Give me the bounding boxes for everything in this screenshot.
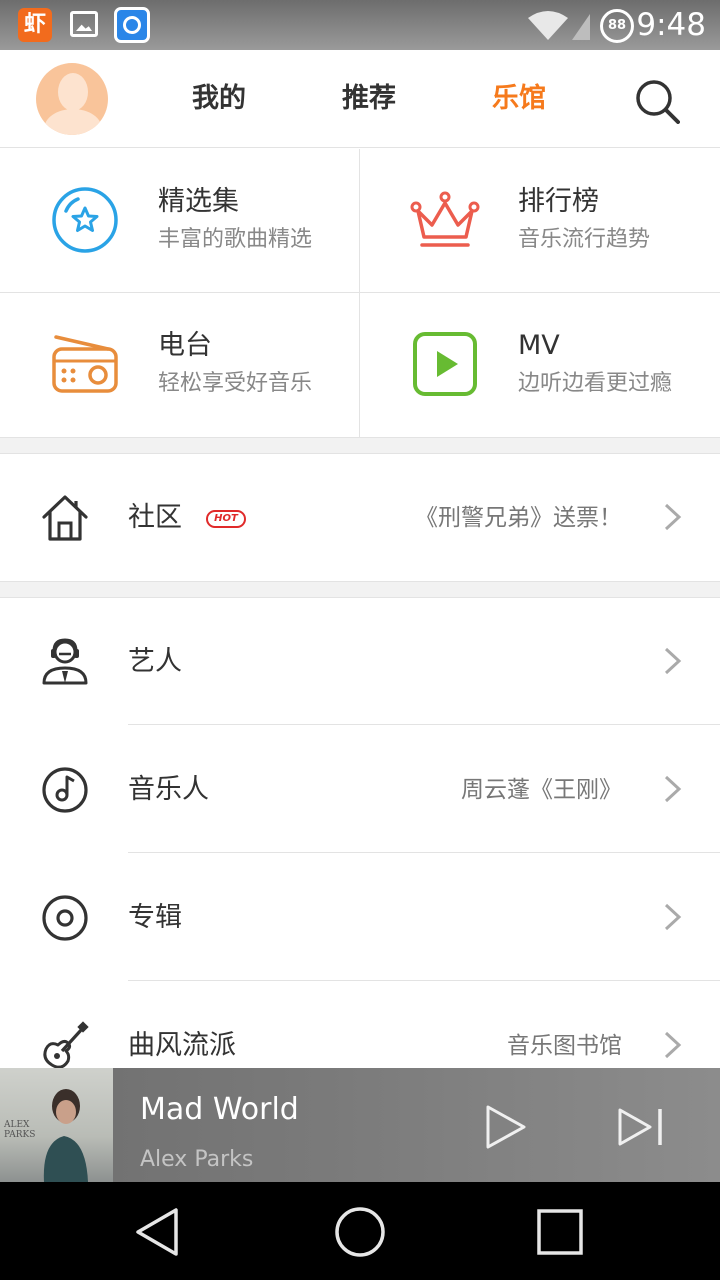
section-gap bbox=[0, 581, 720, 598]
list-item-musicians[interactable]: 音乐人 周云蓬《王刚》 bbox=[0, 726, 720, 853]
tab-recommend[interactable]: 推荐 bbox=[342, 78, 396, 120]
mini-player[interactable]: ALEX PARKS Mad World Alex Parks bbox=[0, 1068, 720, 1182]
guitar-icon bbox=[43, 1021, 89, 1068]
grid-subtitle: 丰富的歌曲精选 bbox=[158, 227, 313, 252]
list-item-note: 音乐图书馆 bbox=[507, 1033, 622, 1059]
avatar[interactable] bbox=[36, 63, 108, 135]
list-item-albums[interactable]: 专辑 bbox=[0, 854, 720, 981]
crown-icon bbox=[410, 191, 480, 247]
chevron-right-icon bbox=[664, 903, 682, 931]
cover-artist-figure bbox=[43, 1089, 88, 1182]
list-item-note: 《刑警兄弟》送票！ bbox=[415, 505, 622, 531]
wifi-signal-icon bbox=[528, 11, 590, 40]
list-item-label: 曲风流派 bbox=[128, 1030, 236, 1061]
list-item-label: 专辑 bbox=[128, 902, 182, 933]
grid-title: MV bbox=[518, 330, 560, 361]
xiami-app-icon: 虾 bbox=[18, 8, 52, 42]
hot-badge: HOT bbox=[206, 510, 246, 528]
grid-subtitle: 边听边看更过瘾 bbox=[518, 371, 673, 396]
grid-title: 精选集 bbox=[158, 186, 239, 217]
list-item-label: 社区 bbox=[128, 502, 182, 533]
play-square-icon bbox=[413, 332, 477, 396]
recent-apps-icon[interactable] bbox=[532, 1204, 588, 1260]
battery-badge: 88 bbox=[600, 9, 634, 43]
list-item-label: 艺人 bbox=[128, 646, 182, 677]
list-item-note: 周云蓬《王刚》 bbox=[461, 777, 622, 803]
feature-grid: 精选集 丰富的歌曲精选 排行榜 音乐流行趋势 电台 轻松享受好音乐 MV 边听边… bbox=[0, 149, 720, 437]
grid-subtitle: 音乐流行趋势 bbox=[518, 227, 651, 252]
chevron-right-icon bbox=[664, 647, 682, 675]
gallery-notification-icon bbox=[70, 11, 98, 37]
chevron-right-icon bbox=[664, 503, 682, 531]
grid-item-featured[interactable]: 精选集 丰富的歌曲精选 bbox=[0, 149, 359, 292]
status-bar: 虾 88 9:48 bbox=[0, 0, 720, 50]
row-divider bbox=[128, 724, 720, 725]
list-item-community[interactable]: 社区 HOT 《刑警兄弟》送票！ bbox=[0, 454, 720, 581]
radio-icon bbox=[52, 335, 118, 393]
album-cover[interactable]: ALEX PARKS bbox=[0, 1068, 113, 1182]
tab-mine[interactable]: 我的 bbox=[192, 78, 246, 120]
play-icon[interactable] bbox=[484, 1104, 528, 1150]
system-nav-bar bbox=[0, 1182, 720, 1280]
song-artist: Alex Parks bbox=[140, 1147, 254, 1172]
music-disc-icon bbox=[42, 767, 88, 813]
grid-item-mv[interactable]: MV 边听边看更过瘾 bbox=[360, 293, 719, 436]
section-gap bbox=[0, 437, 720, 454]
home-icon bbox=[42, 495, 88, 541]
clock: 9:48 bbox=[636, 7, 706, 43]
cover-text: ALEX PARKS bbox=[4, 1120, 36, 1140]
list-item-artists[interactable]: 艺人 bbox=[0, 598, 720, 725]
search-icon[interactable] bbox=[634, 78, 680, 124]
grid-subtitle: 轻松享受好音乐 bbox=[158, 371, 313, 396]
grid-item-charts[interactable]: 排行榜 音乐流行趋势 bbox=[360, 149, 719, 292]
chevron-right-icon bbox=[664, 1031, 682, 1059]
song-title: Mad World bbox=[140, 1092, 299, 1127]
star-circle-icon bbox=[52, 187, 118, 253]
grid-item-radio[interactable]: 电台 轻松享受好音乐 bbox=[0, 293, 359, 436]
list-item-genres[interactable]: 曲风流派 音乐图书馆 bbox=[0, 982, 720, 1068]
grid-title: 电台 bbox=[158, 330, 212, 361]
chevron-right-icon bbox=[664, 775, 682, 803]
next-track-icon[interactable] bbox=[616, 1104, 666, 1150]
grid-divider-vertical bbox=[359, 149, 360, 437]
top-nav: 我的 推荐 乐馆 bbox=[0, 50, 720, 148]
player-notification-icon bbox=[114, 7, 150, 43]
row-divider bbox=[128, 852, 720, 853]
grid-title: 排行榜 bbox=[518, 186, 599, 217]
list-item-label: 音乐人 bbox=[128, 774, 209, 805]
artist-icon bbox=[42, 638, 88, 685]
grid-divider-horizontal bbox=[0, 292, 720, 293]
home-button-icon[interactable] bbox=[332, 1204, 388, 1260]
row-divider bbox=[128, 980, 720, 981]
tab-music-hall[interactable]: 乐馆 bbox=[492, 78, 546, 120]
back-icon[interactable] bbox=[130, 1204, 186, 1260]
album-icon bbox=[42, 895, 88, 941]
